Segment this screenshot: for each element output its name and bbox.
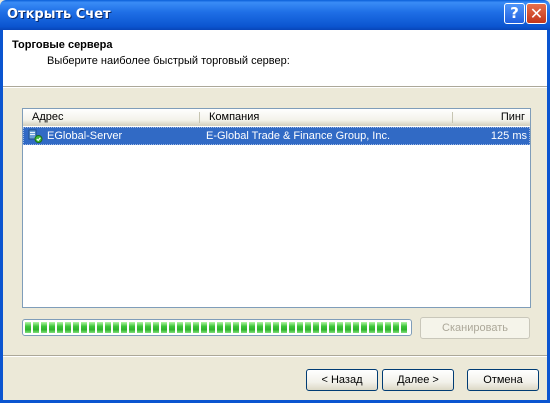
progress-segment <box>145 322 151 333</box>
scan-button[interactable]: Сканировать <box>420 317 530 339</box>
open-account-dialog: Открыть Счет ? ✕ Торговые сервера Выбери… <box>0 0 550 403</box>
progress-segment <box>33 322 39 333</box>
server-icon <box>28 129 43 143</box>
progress-segment <box>337 322 343 333</box>
progress-segment <box>345 322 351 333</box>
column-header: Адрес Компания Пинг <box>23 109 530 126</box>
column-ping[interactable]: Пинг <box>453 109 530 126</box>
progress-segment <box>105 322 111 333</box>
server-ping: 125 ms <box>490 130 527 142</box>
back-button[interactable]: < Назад <box>306 369 378 391</box>
progress-segment <box>185 322 191 333</box>
wizard-header: Торговые сервера Выберите наиболее быстр… <box>3 30 547 86</box>
server-row[interactable]: EGlobal-Server E-Global Trade & Finance … <box>23 127 530 145</box>
progress-segment <box>393 322 399 333</box>
progress-segment <box>41 322 47 333</box>
progress-segment <box>57 322 63 333</box>
progress-segment <box>193 322 199 333</box>
progress-segment <box>289 322 295 333</box>
progress-segment <box>329 322 335 333</box>
progress-segment <box>265 322 271 333</box>
progress-segment <box>177 322 183 333</box>
progress-segment <box>281 322 287 333</box>
progress-segment <box>49 322 55 333</box>
progress-segment <box>25 322 31 333</box>
progress-segment <box>209 322 215 333</box>
progress-segment <box>121 322 127 333</box>
progress-segment <box>81 322 87 333</box>
server-address: EGlobal-Server <box>47 130 123 142</box>
close-button[interactable]: ✕ <box>526 3 547 24</box>
page-title: Торговые сервера <box>12 39 113 51</box>
progress-segment <box>369 322 375 333</box>
progress-segment <box>169 322 175 333</box>
progress-segment <box>129 322 135 333</box>
server-company: E-Global Trade & Finance Group, Inc. <box>206 130 391 142</box>
progress-segment <box>353 322 359 333</box>
progress-segment <box>241 322 247 333</box>
help-button[interactable]: ? <box>504 3 525 24</box>
server-list[interactable]: Адрес Компания Пинг EGlobal-Server E-Glo… <box>22 108 531 308</box>
progress-segment <box>97 322 103 333</box>
progress-segment <box>137 322 143 333</box>
progress-segment <box>89 322 95 333</box>
progress-fill <box>25 322 409 333</box>
header-divider-highlight <box>3 87 547 88</box>
progress-segment <box>153 322 159 333</box>
cancel-button[interactable]: Отмена <box>467 369 539 391</box>
progress-segment <box>321 322 327 333</box>
progress-segment <box>313 322 319 333</box>
progress-segment <box>65 322 71 333</box>
progress-segment <box>161 322 167 333</box>
progress-segment <box>73 322 79 333</box>
progress-segment <box>305 322 311 333</box>
window-title: Открыть Счет <box>7 7 111 22</box>
progress-segment <box>249 322 255 333</box>
progress-segment <box>297 322 303 333</box>
progress-segment <box>225 322 231 333</box>
progress-segment <box>113 322 119 333</box>
progress-segment <box>401 322 407 333</box>
next-button[interactable]: Далее > <box>382 369 454 391</box>
progress-segment <box>361 322 367 333</box>
progress-segment <box>201 322 207 333</box>
scan-progress-bar <box>22 319 412 336</box>
column-company[interactable]: Компания <box>200 109 452 126</box>
footer-divider-highlight <box>3 356 547 357</box>
progress-segment <box>273 322 279 333</box>
page-subtitle: Выберите наиболее быстрый торговый серве… <box>47 55 290 67</box>
title-bar[interactable]: Открыть Счет ? ✕ <box>0 0 550 30</box>
progress-segment <box>257 322 263 333</box>
progress-segment <box>377 322 383 333</box>
progress-segment <box>217 322 223 333</box>
progress-segment <box>385 322 391 333</box>
column-address[interactable]: Адрес <box>23 109 199 126</box>
progress-segment <box>233 322 239 333</box>
